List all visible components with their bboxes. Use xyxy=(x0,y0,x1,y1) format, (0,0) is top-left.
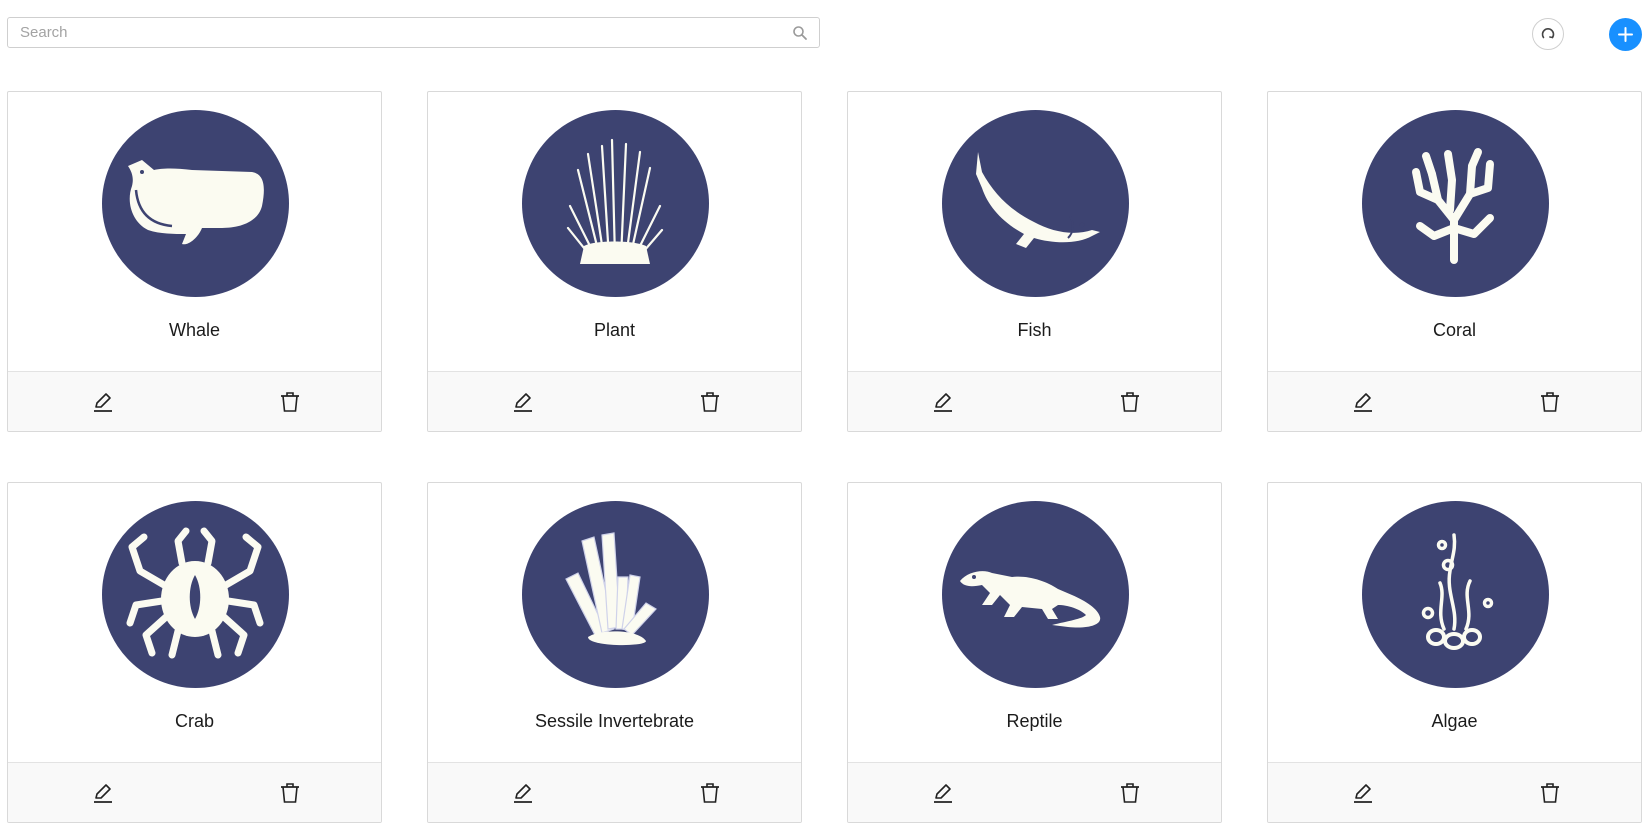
category-avatar xyxy=(102,501,289,688)
delete-icon[interactable] xyxy=(1117,389,1143,415)
plant-icon xyxy=(566,138,664,264)
card-title: Fish xyxy=(1017,320,1052,340)
fish-icon xyxy=(976,152,1100,248)
category-card: Plant xyxy=(427,91,802,432)
card-actions xyxy=(848,371,1221,431)
category-avatar xyxy=(522,110,709,297)
edit-icon[interactable] xyxy=(90,780,116,806)
category-card: Coral xyxy=(1267,91,1642,432)
whale-icon xyxy=(128,160,264,245)
card-actions xyxy=(8,371,381,431)
refresh-button[interactable] xyxy=(1532,18,1564,50)
add-button[interactable] xyxy=(1609,18,1642,51)
card-title: Algae xyxy=(1431,711,1478,731)
toolbar xyxy=(0,0,1642,70)
category-card: Whale xyxy=(7,91,382,432)
category-grid: Whale Plant Fish Coral Crab Sessile Inve… xyxy=(7,91,1642,836)
crab-icon xyxy=(126,527,264,659)
category-card: Reptile xyxy=(847,482,1222,823)
card-title: Coral xyxy=(1432,320,1476,340)
search-input[interactable] xyxy=(8,18,780,47)
card-title: Plant xyxy=(593,320,636,340)
card-actions xyxy=(848,762,1221,822)
category-card: Algae xyxy=(1267,482,1642,823)
sessile-invertebrate-icon xyxy=(565,532,657,646)
edit-icon[interactable] xyxy=(1350,389,1376,415)
reptile-icon xyxy=(960,571,1101,628)
card-actions xyxy=(1268,371,1641,431)
delete-icon[interactable] xyxy=(1117,780,1143,806)
category-avatar xyxy=(942,501,1129,688)
category-card: Sessile Invertebrate xyxy=(427,482,802,823)
card-actions xyxy=(428,762,801,822)
card-title: Sessile Invertebrate xyxy=(534,711,695,731)
search-icon[interactable] xyxy=(792,25,808,41)
category-avatar xyxy=(102,110,289,297)
edit-icon[interactable] xyxy=(930,389,956,415)
card-actions xyxy=(428,371,801,431)
delete-icon[interactable] xyxy=(697,780,723,806)
edit-icon[interactable] xyxy=(930,780,956,806)
coral-icon xyxy=(1412,148,1494,264)
algae-icon xyxy=(1421,533,1494,650)
delete-icon[interactable] xyxy=(277,389,303,415)
edit-icon[interactable] xyxy=(510,389,536,415)
category-card: Fish xyxy=(847,91,1222,432)
search-box[interactable] xyxy=(7,17,820,48)
plus-icon xyxy=(1618,27,1633,42)
category-avatar xyxy=(1362,110,1549,297)
category-avatar xyxy=(942,110,1129,297)
card-actions xyxy=(1268,762,1641,822)
delete-icon[interactable] xyxy=(1537,389,1563,415)
category-card: Crab xyxy=(7,482,382,823)
card-title: Crab xyxy=(174,711,214,731)
delete-icon[interactable] xyxy=(1537,780,1563,806)
refresh-icon xyxy=(1541,28,1555,39)
edit-icon[interactable] xyxy=(510,780,536,806)
delete-icon[interactable] xyxy=(697,389,723,415)
card-actions xyxy=(8,762,381,822)
card-title: Reptile xyxy=(1006,711,1063,731)
edit-icon[interactable] xyxy=(90,389,116,415)
delete-icon[interactable] xyxy=(277,780,303,806)
card-title: Whale xyxy=(168,320,221,340)
category-avatar xyxy=(1362,501,1549,688)
category-avatar xyxy=(522,501,709,688)
edit-icon[interactable] xyxy=(1350,780,1376,806)
